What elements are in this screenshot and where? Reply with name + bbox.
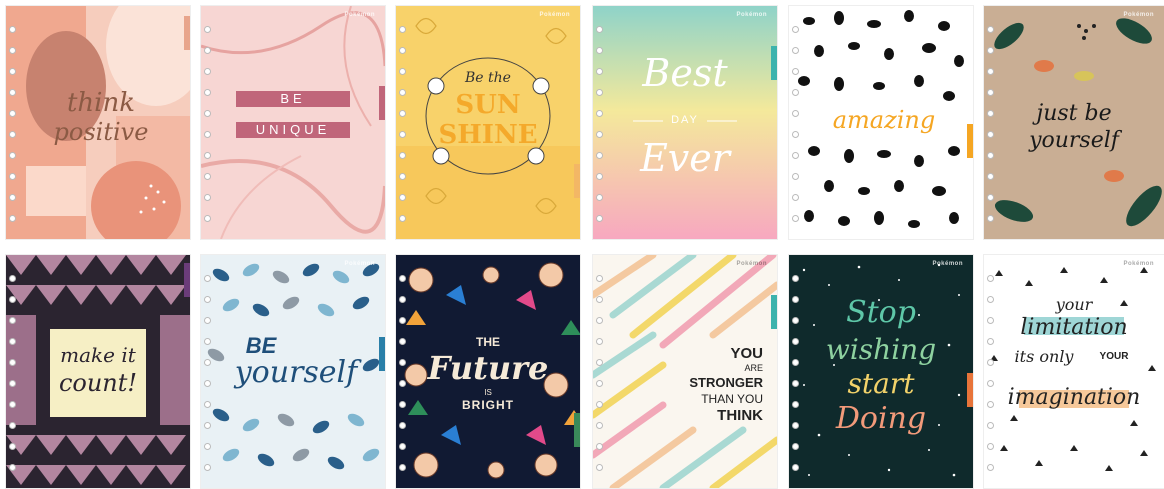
divider-tab[interactable] <box>967 373 973 407</box>
cover-best-day-ever[interactable]: Best DAY Ever Pokémon <box>593 6 777 239</box>
brand-logo: Pokémon <box>1123 12 1154 18</box>
binder-holes <box>987 275 995 475</box>
cover-title-line1: THE <box>476 335 500 349</box>
cover-stop-wishing-start-doing[interactable]: Stop wishing start Doing Pokémon <box>789 255 973 488</box>
cover-title-line4: YOUR <box>1099 351 1129 362</box>
cover-title-line2: ARE <box>744 363 763 373</box>
brand-logo: Pokémon <box>344 261 375 267</box>
cover-title-line1: Stop <box>846 295 916 330</box>
brand-logo: Pokémon <box>932 261 963 267</box>
cover-title-line2: count! <box>58 369 138 397</box>
cover-title-line2: positive <box>53 118 149 146</box>
cover-title-line2: UNIQUE <box>236 122 350 138</box>
divider-tab[interactable] <box>574 164 580 198</box>
cover-you-are-stronger[interactable]: YOU ARE STRONGER THAN YOU THINK Pokémon <box>593 255 777 488</box>
divider-tab[interactable] <box>771 46 777 80</box>
cover-title-line1: your <box>1055 295 1093 314</box>
binder-holes <box>9 275 17 475</box>
binder-holes <box>596 26 604 226</box>
binder-holes <box>399 26 407 226</box>
cover-title-line1: amazing <box>832 106 936 134</box>
cover-think-positive[interactable]: think positive <box>6 6 190 239</box>
cover-title-line2: SUN <box>455 90 521 120</box>
cover-just-be-yourself[interactable]: just be yourself Pokémon <box>984 6 1164 239</box>
cover-title-line1: BE <box>236 91 350 107</box>
cover-make-it-count[interactable]: make it count! <box>6 255 190 488</box>
cover-title-line1: Best <box>642 51 728 95</box>
brand-logo: Pokémon <box>344 12 375 18</box>
cover-title-line4: THAN YOU <box>701 392 763 406</box>
cover-title-line1: make it <box>60 343 136 367</box>
cover-title-line5: THINK <box>717 407 763 424</box>
cover-be-unique[interactable]: BE UNIQUE Pokémon <box>201 6 385 239</box>
brand-logo: Pokémon <box>736 12 767 18</box>
binder-holes <box>204 275 212 475</box>
cover-your-limitation[interactable]: your limitation its only YOUR imaginatio… <box>984 255 1164 488</box>
binder-holes <box>596 275 604 475</box>
cover-the-future-is-bright[interactable]: THE Future IS BRIGHT <box>396 255 580 488</box>
brand-logo: Pokémon <box>736 261 767 267</box>
cover-title-line1: just be <box>1036 101 1112 126</box>
binder-holes <box>792 275 800 475</box>
cover-be-the-sunshine[interactable]: Be the SUN SHINE Pokémon <box>396 6 580 239</box>
cover-title-line1: think <box>66 88 135 118</box>
binder-holes <box>987 26 995 226</box>
divider-tab[interactable] <box>574 413 580 447</box>
binder-holes <box>399 275 407 475</box>
cover-title-line3: IS <box>484 388 492 397</box>
divider-tab[interactable] <box>379 337 385 371</box>
divider-tab[interactable] <box>184 16 190 50</box>
cover-title-line3: STRONGER <box>689 375 763 390</box>
cover-title-line3: SHINE <box>438 120 538 150</box>
cover-title-line3: its only <box>1014 347 1074 366</box>
cover-title-line2: yourself <box>234 355 358 390</box>
cover-title-line5: imagination <box>1007 385 1141 410</box>
cover-title-line4: BRIGHT <box>462 398 514 412</box>
cover-be-yourself[interactable]: BE yourself Pokémon <box>201 255 385 488</box>
cover-title-line3: start <box>847 367 915 400</box>
divider-tab[interactable] <box>184 263 190 297</box>
cover-title-line2: limitation <box>1020 315 1128 340</box>
triangle-confetti-background <box>984 255 1164 488</box>
cover-amazing[interactable]: amazing <box>789 6 973 239</box>
binder-holes <box>792 26 800 226</box>
cover-title-line2: Future <box>427 349 549 387</box>
cover-title-line4: Doing <box>835 401 927 436</box>
cover-title-line2: wishing <box>825 333 937 366</box>
brand-logo: Pokémon <box>539 12 570 18</box>
binder-holes <box>9 26 17 226</box>
cover-title-line1: Be the <box>465 70 511 86</box>
divider-tab[interactable] <box>967 124 973 158</box>
cover-title-line2: yourself <box>1029 128 1119 153</box>
cover-title-line2: DAY <box>671 114 699 126</box>
cover-title-line1: YOU <box>730 345 763 362</box>
binder-holes <box>204 26 212 226</box>
brand-logo: Pokémon <box>1123 261 1154 267</box>
divider-tab[interactable] <box>379 86 385 120</box>
cover-title-line3: Ever <box>640 136 730 180</box>
divider-tab[interactable] <box>771 295 777 329</box>
